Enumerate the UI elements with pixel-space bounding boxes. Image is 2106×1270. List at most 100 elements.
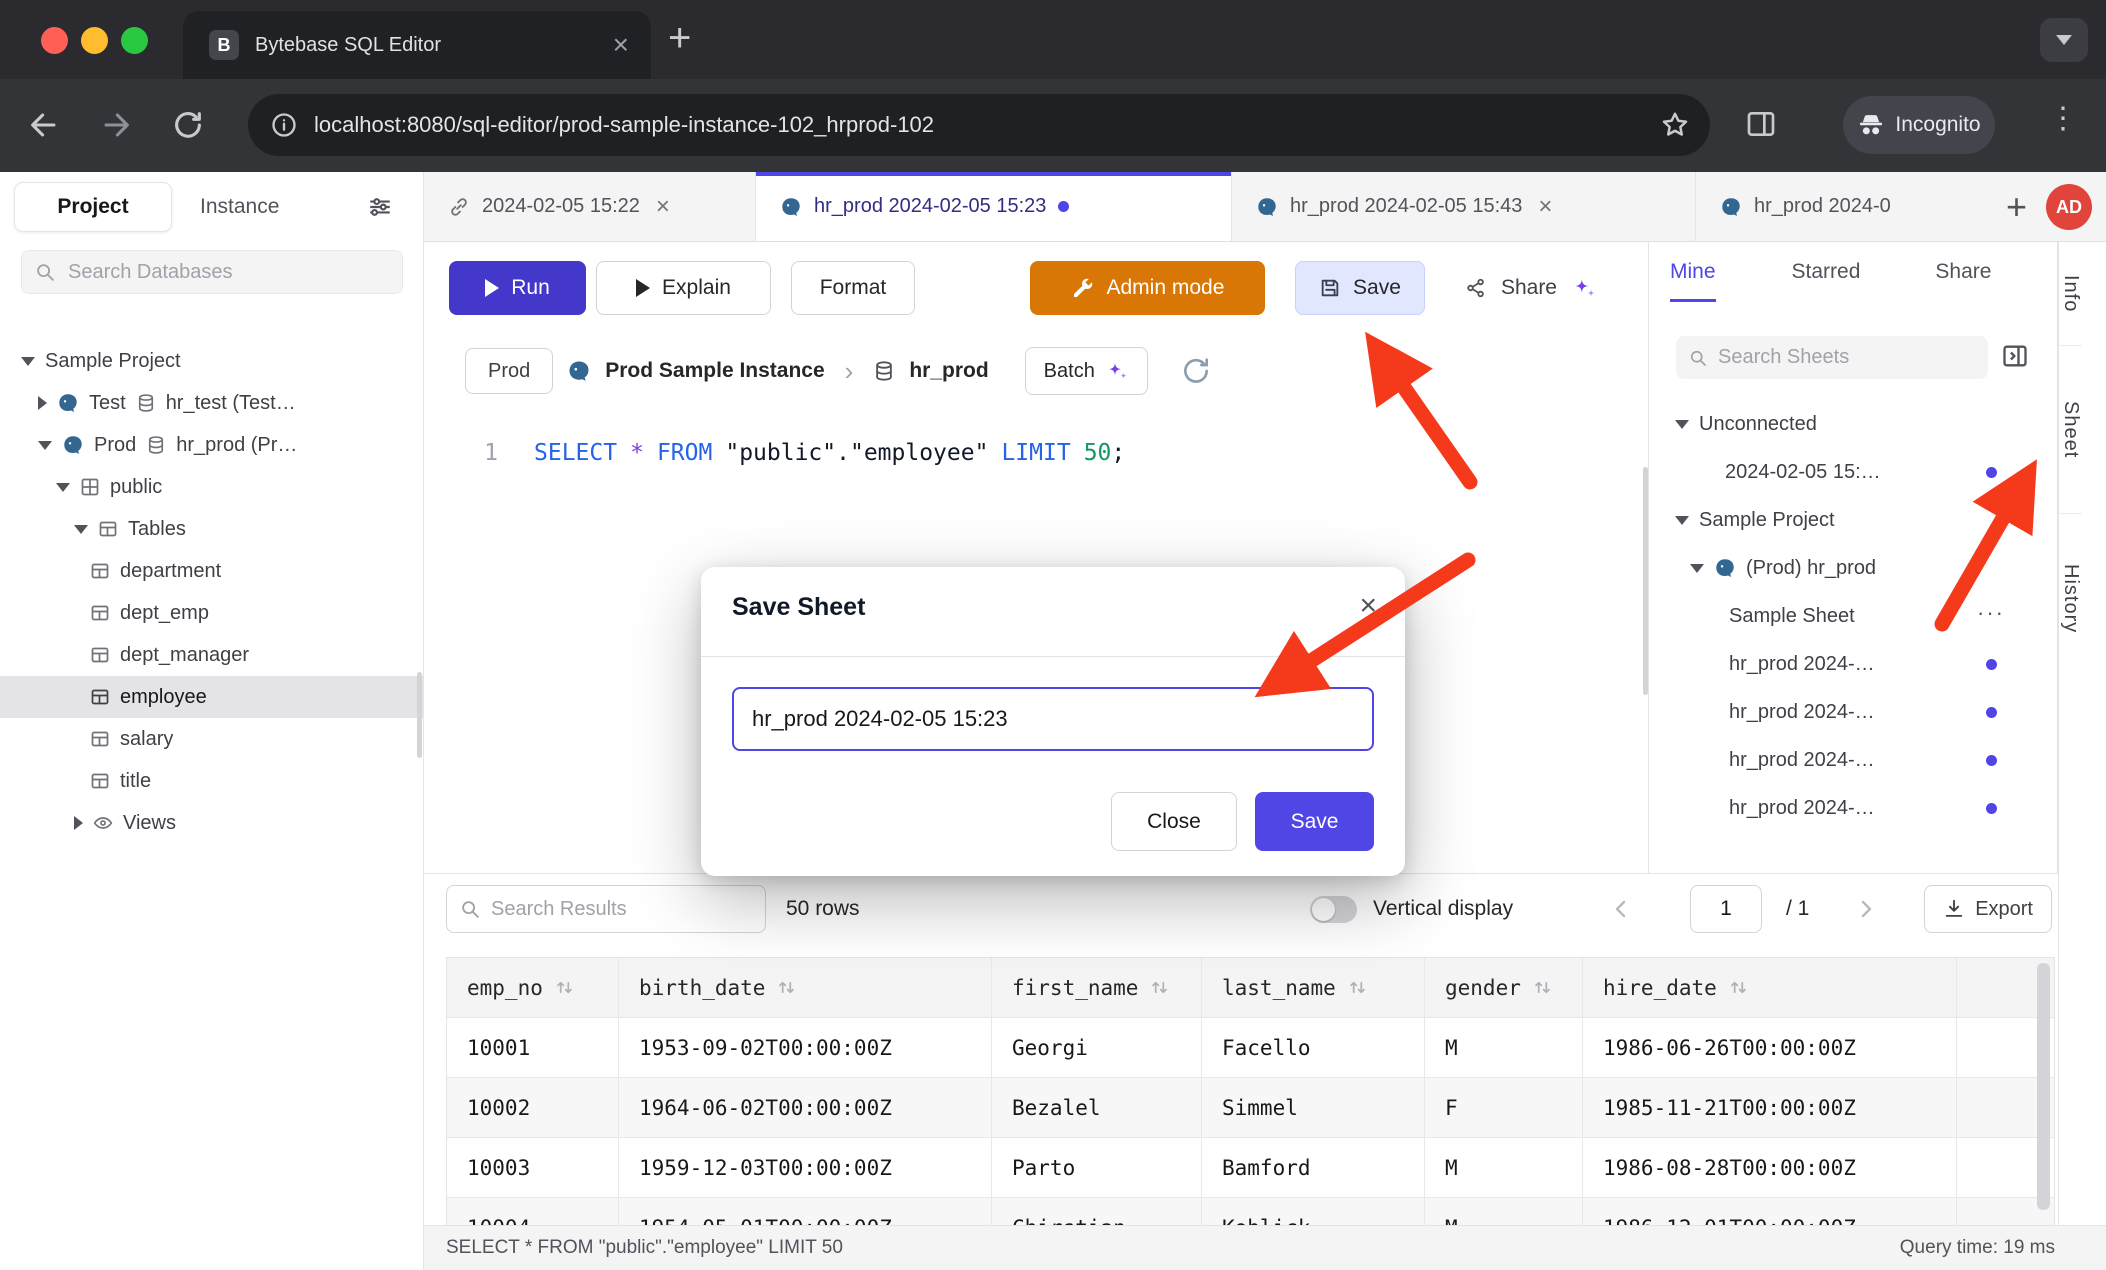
vertical-display-toggle[interactable]	[1310, 896, 1357, 923]
tab-search-button[interactable]	[2040, 18, 2088, 62]
rail-tab-history[interactable]: History	[2059, 514, 2082, 684]
results-scrollbar[interactable]	[2037, 963, 2050, 1210]
tree-item-table-title[interactable]: title	[0, 760, 423, 802]
sidebar-tab-instance[interactable]: Instance	[200, 172, 279, 242]
sort-icon[interactable]	[777, 978, 796, 997]
sort-icon[interactable]	[1729, 978, 1748, 997]
database-search-input[interactable]	[66, 260, 370, 285]
tree-item-table-dept-emp[interactable]: dept_emp	[0, 592, 423, 634]
tree-item-tables[interactable]: Tables	[0, 508, 423, 550]
tab-close-icon[interactable]: ×	[613, 31, 629, 59]
sheet-group-project[interactable]: Sample Project	[1649, 496, 2057, 544]
more-actions-icon[interactable]: ···	[1977, 600, 2005, 626]
admin-mode-button[interactable]: Admin mode	[1030, 261, 1265, 315]
sheet-name-input[interactable]	[732, 687, 1374, 751]
tab-starred[interactable]: Starred	[1792, 242, 1861, 302]
editor-tab-4[interactable]: hr_prod 2024-0	[1696, 172, 1974, 241]
explain-button[interactable]: Explain	[596, 261, 771, 315]
sheet-item[interactable]: hr_prod 2024-…	[1649, 784, 2057, 832]
browser-menu-kebab-icon[interactable]: ⋮	[2048, 101, 2078, 136]
collapse-panel-icon[interactable]	[2001, 342, 2029, 370]
rail-tab-info[interactable]: Info	[2059, 242, 2082, 346]
dialog-save-button[interactable]: Save	[1255, 792, 1374, 851]
tree-item-table-department[interactable]: department	[0, 550, 423, 592]
tab-mine[interactable]: Mine	[1670, 242, 1716, 302]
batch-button[interactable]: Batch	[1025, 347, 1148, 395]
prev-page-button[interactable]	[1598, 886, 1644, 932]
share-button[interactable]: Share	[1465, 261, 1597, 315]
new-tab-icon[interactable]: +	[668, 18, 691, 58]
run-button[interactable]: Run	[449, 261, 586, 315]
sort-icon[interactable]	[1533, 978, 1552, 997]
column-header[interactable]: birth_date	[619, 958, 992, 1017]
bookmark-star-icon[interactable]	[1660, 110, 1690, 140]
tab-close-icon[interactable]: ×	[656, 193, 670, 221]
sort-icon[interactable]	[1348, 978, 1367, 997]
minimize-button[interactable]	[81, 27, 108, 54]
table-cell: 1959-12-03T00:00:00Z	[619, 1138, 992, 1197]
refresh-icon[interactable]	[1180, 355, 1212, 387]
dialog-title: Save Sheet	[732, 593, 865, 622]
database-name[interactable]: hr_prod	[909, 359, 988, 383]
close-button[interactable]	[41, 27, 68, 54]
page-number-input[interactable]	[1690, 885, 1762, 933]
reload-icon[interactable]	[171, 108, 205, 142]
tab-shared[interactable]: Share	[1935, 242, 1991, 302]
editor-tab-3[interactable]: hr_prod 2024-02-05 15:43 ×	[1232, 172, 1696, 241]
sheet-item[interactable]: hr_prod 2024-…	[1649, 640, 2057, 688]
format-button[interactable]: Format	[791, 261, 915, 315]
sheet-group-connection[interactable]: (Prod) hr_prod	[1649, 544, 2057, 592]
tree-item-schema-public[interactable]: public	[0, 466, 423, 508]
tree-item-test-db[interactable]: Test hr_test (Test…	[0, 382, 423, 424]
side-panel-icon[interactable]	[1745, 108, 1777, 140]
tree-item-table-dept-manager[interactable]: dept_manager	[0, 634, 423, 676]
back-icon[interactable]	[27, 108, 61, 142]
sheet-item[interactable]: Sample Sheet ···	[1649, 592, 2057, 640]
maximize-button[interactable]	[121, 27, 148, 54]
results-search[interactable]	[446, 885, 766, 933]
column-header[interactable]: hire_date	[1583, 958, 1957, 1017]
rail-tab-sheet[interactable]: Sheet	[2059, 346, 2082, 514]
sheet-item[interactable]: hr_prod 2024-…	[1649, 688, 2057, 736]
browser-tab[interactable]: B Bytebase SQL Editor ×	[183, 11, 651, 79]
tab-close-icon[interactable]: ×	[1538, 193, 1552, 221]
instance-name[interactable]: Prod Sample Instance	[605, 359, 824, 383]
sql-editor[interactable]: 1 SELECT*FROM"public"."employee"LIMIT50;	[424, 409, 1648, 473]
tree-item-views[interactable]: Views	[0, 802, 423, 844]
tree-item-table-employee[interactable]: employee	[0, 676, 423, 718]
save-button[interactable]: Save	[1295, 261, 1425, 315]
editor-tab-2-active[interactable]: hr_prod 2024-02-05 15:23	[756, 172, 1232, 241]
sheet-item[interactable]: hr_prod 2024-…	[1649, 736, 2057, 784]
editor-tab-1[interactable]: 2024-02-05 15:22 ×	[424, 172, 756, 241]
export-button[interactable]: Export	[1924, 885, 2052, 933]
column-header[interactable]: last_name	[1202, 958, 1425, 1017]
database-search[interactable]	[21, 250, 403, 294]
sort-icon[interactable]	[1150, 978, 1169, 997]
tree-item-project[interactable]: Sample Project	[0, 340, 423, 382]
editor-panel-resize-handle[interactable]	[1643, 467, 1648, 695]
environment-chip[interactable]: Prod	[465, 348, 553, 394]
sidebar-tab-project[interactable]: Project	[14, 182, 172, 232]
column-header[interactable]: emp_no	[447, 958, 619, 1017]
new-sheet-tab-icon[interactable]: +	[2006, 186, 2027, 228]
close-icon[interactable]: ×	[1359, 589, 1377, 623]
url-bar[interactable]: localhost:8080/sql-editor/prod-sample-in…	[248, 94, 1710, 156]
sheet-search[interactable]	[1676, 336, 1988, 379]
site-info-icon[interactable]	[270, 111, 298, 139]
column-header[interactable]: first_name	[992, 958, 1202, 1017]
forward-icon[interactable]	[99, 108, 133, 142]
sheet-item[interactable]: 2024-02-05 15:…	[1649, 448, 2057, 496]
next-page-button[interactable]	[1843, 886, 1889, 932]
user-avatar[interactable]: AD	[2046, 184, 2092, 230]
sheet-group-unconnected[interactable]: Unconnected	[1649, 400, 2057, 448]
sort-icon[interactable]	[555, 978, 574, 997]
tree-item-prod-db[interactable]: Prod hr_prod (Pr…	[0, 424, 423, 466]
dialog-close-button[interactable]: Close	[1111, 792, 1237, 851]
column-header[interactable]: gender	[1425, 958, 1583, 1017]
sql-code-line[interactable]: SELECT*FROM"public"."employee"LIMIT50;	[534, 433, 1125, 473]
sidebar-scrollbar[interactable]	[417, 672, 422, 758]
filter-sliders-icon[interactable]	[367, 194, 393, 220]
results-search-input[interactable]	[489, 897, 733, 922]
sheet-search-input[interactable]	[1716, 345, 1960, 370]
tree-item-table-salary[interactable]: salary	[0, 718, 423, 760]
